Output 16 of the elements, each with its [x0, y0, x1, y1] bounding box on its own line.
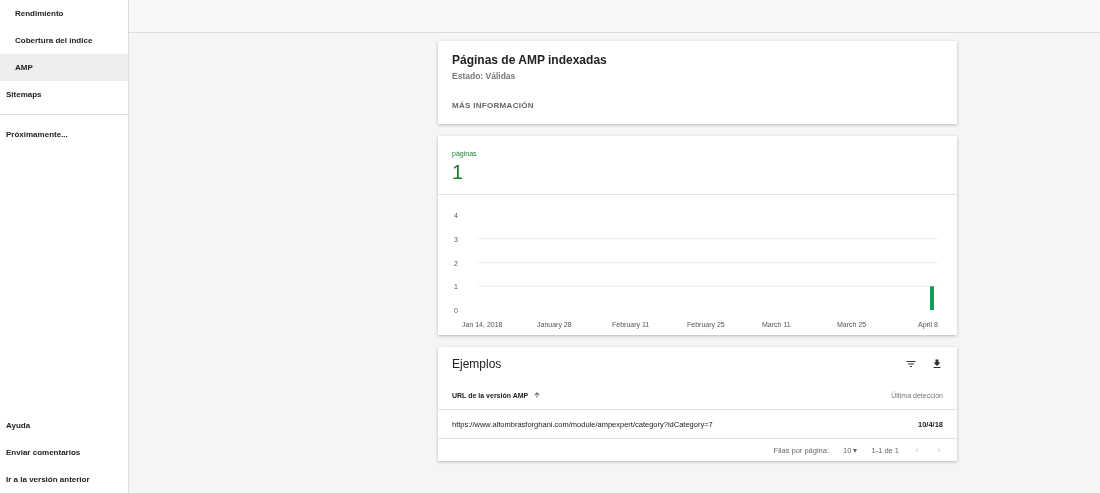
nav-item[interactable]: Próximamente...: [0, 121, 128, 148]
nav-item[interactable]: Sitemaps: [0, 81, 128, 108]
bar: [930, 286, 934, 310]
nav-item[interactable]: Ir a la versión anterior: [0, 466, 128, 493]
download-icon[interactable]: [931, 358, 943, 370]
filter-icon[interactable]: [905, 358, 917, 370]
nav-item[interactable]: Enviar comentarios: [0, 439, 128, 466]
nav-item[interactable]: Ayuda: [0, 412, 128, 439]
nav-item[interactable]: Cobertura del índice: [0, 27, 128, 54]
card-title: Páginas de AMP indexadas: [452, 53, 608, 67]
status-text: Estado: Válidas: [452, 71, 517, 81]
card-title: Ejemplos: [452, 357, 502, 371]
more-info-link[interactable]: MÁS INFORMACIÓN: [452, 101, 534, 110]
nav-item[interactable]: Rendimiento: [0, 0, 128, 27]
metric-value: 1: [452, 161, 465, 184]
nav-item[interactable]: AMP: [0, 54, 128, 81]
